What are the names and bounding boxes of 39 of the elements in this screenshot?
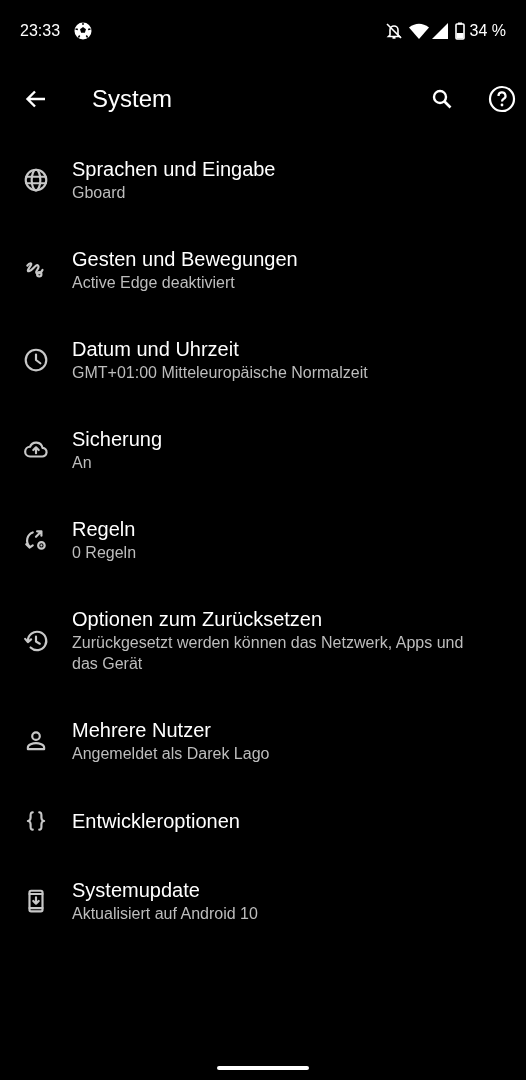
item-summary: Angemeldet als Darek Lago [72, 744, 270, 764]
settings-item[interactable]: Datum und Uhrzeit GMT+01:00 Mitteleuropäische Normalzeit [0, 315, 526, 405]
item-summary: Gboard [72, 183, 127, 203]
item-title: Gesten und Bewegungen [72, 247, 298, 272]
page-title: System [92, 84, 173, 113]
settings-item[interactable]: Optionen zum Zurücksetzen Zurückgesetzt werden können das Netzwerk, Apps und das Gerät [0, 585, 526, 696]
item-summary: Active Edge deaktiviert [72, 273, 236, 293]
clock-time: 23:33 [20, 22, 61, 40]
signal-icon [430, 22, 449, 40]
globe-icon [23, 167, 49, 193]
item-title: Sprachen und Eingabe [72, 157, 276, 182]
soccer-ball-icon [74, 22, 93, 40]
item-title: Mehrere Nutzer [72, 718, 212, 743]
settings-item[interactable]: Systemupdate Aktualisiert auf Android 10 [0, 856, 526, 946]
muted-bell-icon [384, 22, 403, 40]
settings-item[interactable]: Sicherung An [0, 405, 526, 495]
clock-icon [23, 347, 49, 373]
battery-percent: 34 % [469, 22, 506, 40]
wifi-icon [408, 23, 429, 39]
item-title: Optionen zum Zurücksetzen [72, 607, 324, 632]
item-summary: GMT+01:00 Mitteleuropäische Normalzeit [72, 363, 368, 383]
settings-item[interactable]: Sprachen und Eingabe Gboard [0, 135, 526, 225]
gesture-nav-handle[interactable] [217, 1066, 309, 1070]
item-title: Entwickleroptionen [72, 808, 240, 834]
item-title: Datum und Uhrzeit [72, 337, 240, 362]
settings-item[interactable]: Regeln 0 Regeln [0, 495, 526, 585]
help-button[interactable] [488, 84, 516, 113]
rules-icon [23, 527, 49, 553]
item-summary: An [72, 453, 93, 473]
item-summary: Zurückgesetzt werden können das Netzwerk, Apps und das Gerät [72, 633, 465, 674]
settings-item[interactable]: Entwickleroptionen [0, 786, 526, 856]
item-summary: 0 Regeln [72, 543, 137, 563]
settings-item[interactable]: Gesten und Bewegungen Active Edge deaktiviert [0, 225, 526, 315]
battery-icon [454, 22, 465, 40]
settings-item[interactable]: Mehrere Nutzer Angemeldet als Darek Lago [0, 696, 526, 786]
item-summary: Aktualisiert auf Android 10 [72, 904, 258, 924]
item-title: Regeln [72, 517, 137, 542]
item-title: Systemupdate [72, 878, 201, 903]
item-title: Sicherung [72, 427, 163, 452]
